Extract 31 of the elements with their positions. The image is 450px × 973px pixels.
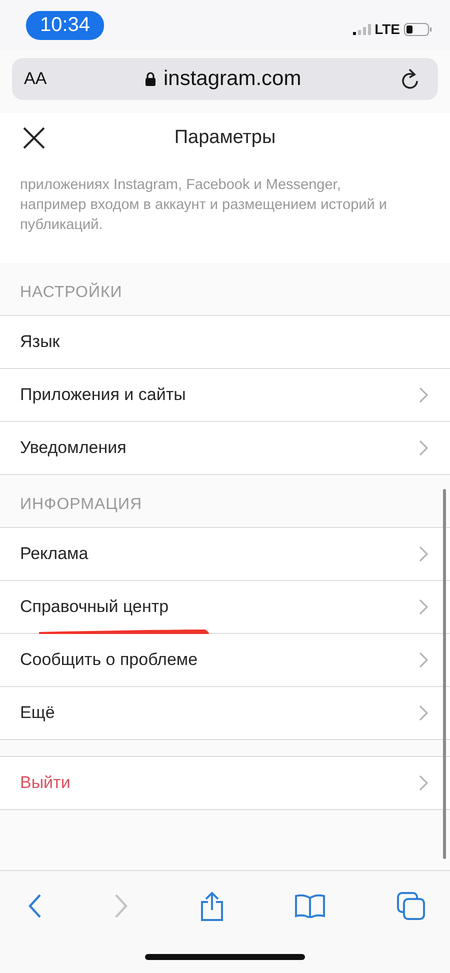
chevron-icon xyxy=(419,546,428,562)
share-icon[interactable] xyxy=(200,891,224,921)
settings-row[interactable]: Выйти xyxy=(0,757,450,810)
address-bar[interactable]: AA instagram.com xyxy=(12,58,438,100)
reload-icon[interactable] xyxy=(400,68,420,90)
status-time: 10:34 xyxy=(26,10,104,40)
page-title: Параметры xyxy=(174,127,276,149)
settings-row[interactable]: Уведомления xyxy=(0,422,450,475)
battery-icon xyxy=(404,22,432,36)
signal-icon xyxy=(352,24,371,34)
chevron-icon xyxy=(419,440,428,456)
description-text: приложениях Instagram, Facebook и Messenger, например входом в аккаунт и размещением историй и публикаций. xyxy=(20,176,388,235)
back-icon[interactable] xyxy=(28,893,42,919)
chevron-icon xyxy=(419,705,428,721)
settings-row[interactable]: Реклама xyxy=(0,528,450,581)
settings-row[interactable]: Справочный центр xyxy=(0,581,450,634)
lock-icon xyxy=(145,72,156,86)
chevron-icon xyxy=(419,599,428,615)
settings-row[interactable]: Язык xyxy=(0,316,450,369)
close-icon[interactable] xyxy=(23,127,45,149)
settings-row[interactable]: Ещё xyxy=(0,687,450,740)
text-size-button[interactable]: AA xyxy=(24,69,47,89)
url-text: instagram.com xyxy=(163,67,302,91)
network-label: LTE xyxy=(374,21,400,37)
tabs-icon[interactable] xyxy=(397,892,425,920)
book-icon[interactable] xyxy=(295,894,326,918)
chevron-icon xyxy=(419,652,428,668)
settings-row[interactable]: Приложения и сайты xyxy=(0,369,450,422)
chevron-icon xyxy=(419,387,428,403)
settings-row[interactable]: Сообщить о проблеме xyxy=(0,634,450,687)
chevron-icon xyxy=(419,775,428,791)
